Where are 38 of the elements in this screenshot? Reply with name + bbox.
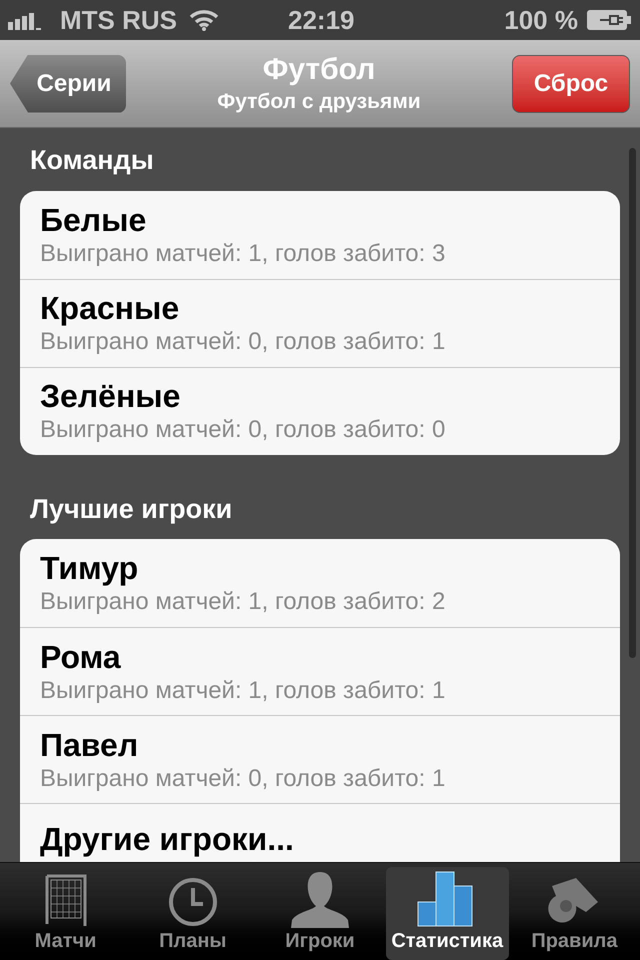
tab-item[interactable]: Игроки bbox=[258, 867, 382, 960]
row-detail: Выиграно матчей: 0, голов забито: 0 bbox=[40, 415, 446, 445]
battery-percent: 100 % bbox=[504, 4, 578, 36]
wifi-icon bbox=[189, 9, 219, 31]
row-title: Зелёные bbox=[40, 377, 182, 415]
table-row[interactable]: Тимур Выиграно матчей: 1, голов забито: 2 bbox=[20, 539, 620, 627]
carrier-name: MTS RUS bbox=[60, 4, 177, 36]
table-row[interactable]: Рома Выиграно матчей: 1, голов забито: 1 bbox=[20, 627, 620, 715]
row-title: Тимур bbox=[40, 549, 140, 587]
tab-item[interactable]: Матчи bbox=[4, 867, 128, 960]
table-row[interactable]: Белые Выиграно матчей: 1, голов забито: 3 bbox=[20, 190, 620, 278]
tab-item[interactable]: Планы bbox=[131, 867, 254, 960]
back-button[interactable]: Серии bbox=[10, 54, 126, 112]
table-row[interactable]: Зелёные Выиграно матчей: 0, голов забито: 0 bbox=[20, 366, 620, 454]
status-time: 22:19 bbox=[288, 4, 354, 36]
row-detail: Выиграно матчей: 0, голов забито: 1 bbox=[40, 327, 446, 357]
table-row[interactable]: Красные Выиграно матчей: 0, голов забито: 1 bbox=[20, 278, 620, 366]
goal-icon bbox=[42, 872, 89, 928]
nav-subtitle: Футбол с друзьями bbox=[217, 88, 421, 114]
row-title: Красные bbox=[40, 289, 180, 327]
clock-icon bbox=[166, 876, 219, 928]
tab-item[interactable]: Статистика bbox=[386, 867, 509, 960]
row-detail: Выиграно матчей: 1, голов забито: 1 bbox=[40, 676, 446, 706]
section-header: Команды bbox=[29, 144, 155, 177]
row-detail: Выиграно матчей: 1, голов забито: 2 bbox=[40, 587, 446, 617]
nav-title: Футбол bbox=[262, 52, 376, 88]
row-detail: Выиграно матчей: 1, голов забито: 3 bbox=[40, 238, 446, 268]
tab-item[interactable]: Правила bbox=[512, 867, 636, 960]
row-title: Рома bbox=[40, 638, 122, 676]
row-detail: Выиграно матчей: 0, голов забито: 1 bbox=[40, 764, 446, 794]
row-title: Павел bbox=[40, 726, 140, 764]
section-header: Лучшие игроки bbox=[29, 492, 234, 526]
battery-charging-icon bbox=[586, 9, 632, 31]
reset-button[interactable]: Сброс bbox=[512, 54, 630, 112]
row-title: Белые bbox=[40, 200, 148, 238]
row-title: Другие игроки... bbox=[40, 820, 295, 858]
person-icon bbox=[289, 870, 351, 928]
table-row[interactable]: Павел Выиграно матчей: 0, голов забито: 1 bbox=[20, 715, 620, 803]
